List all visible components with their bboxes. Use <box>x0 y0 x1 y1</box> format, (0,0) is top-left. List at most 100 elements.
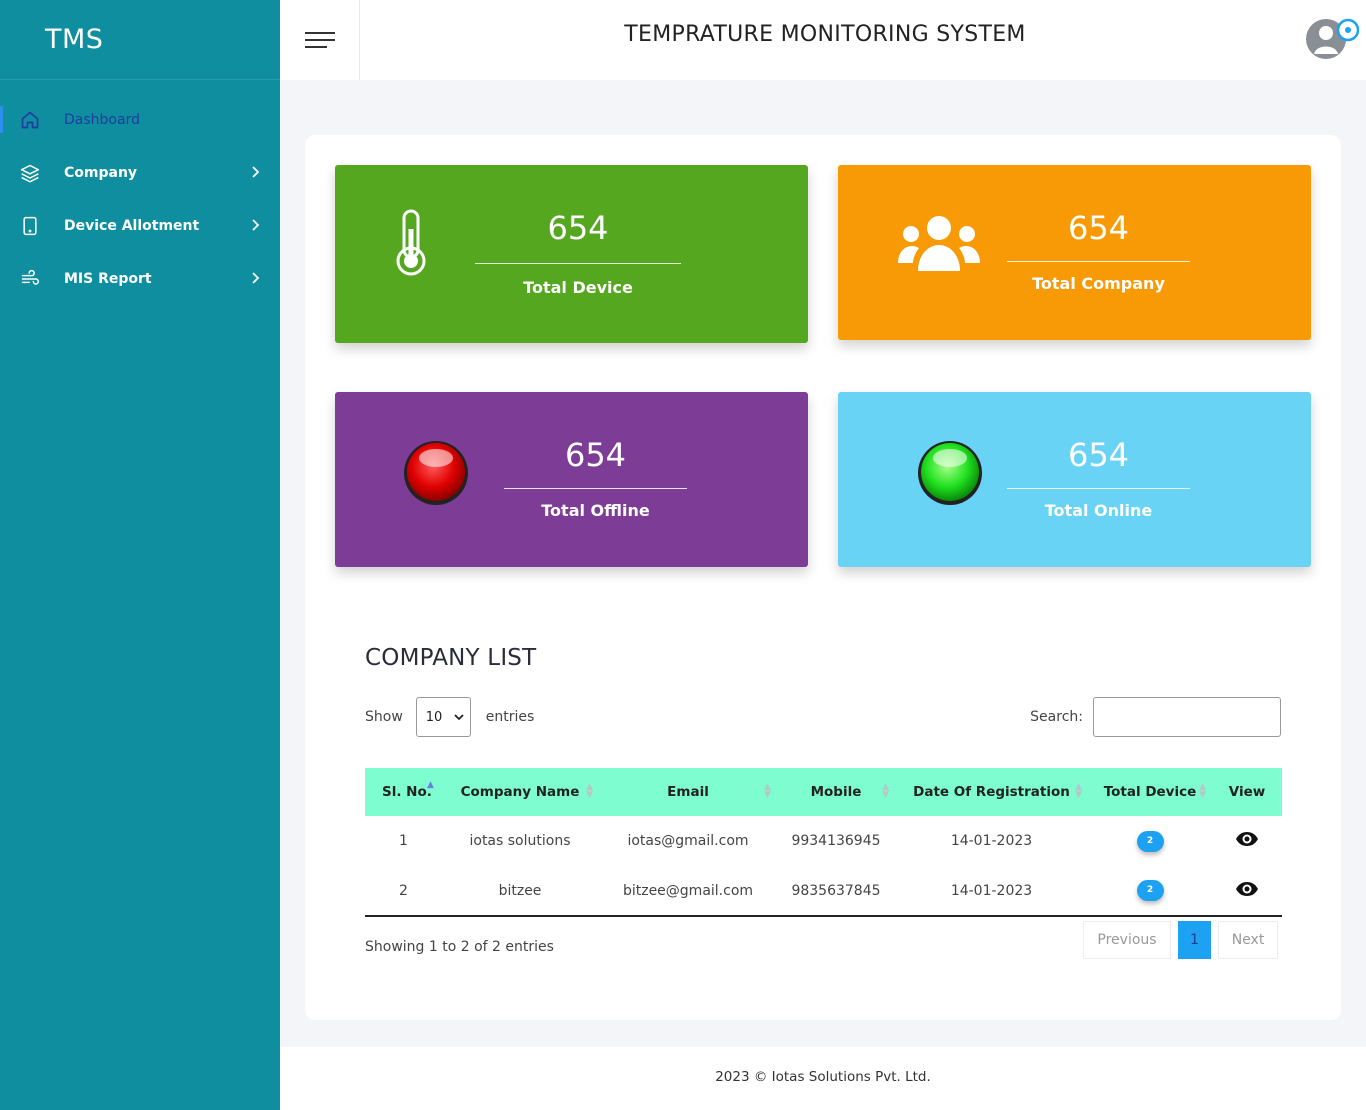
sidebar-item-label: Dashboard <box>64 111 140 128</box>
sort-icon: ▲ ▼ <box>882 782 889 800</box>
chevron-right-icon <box>250 270 260 289</box>
stat-value: 654 <box>564 436 627 474</box>
column-label: Mobile <box>810 784 862 800</box>
show-label: Show <box>365 709 403 725</box>
home-icon <box>20 110 40 130</box>
search-input[interactable] <box>1093 697 1281 737</box>
thermometer-icon <box>393 209 433 281</box>
cell-view <box>1212 866 1282 916</box>
stat-card-total-online[interactable]: 654 Total Online <box>838 392 1311 567</box>
cell-date: 14-01-2023 <box>950 833 1033 849</box>
stat-value: 654 <box>1067 436 1130 474</box>
cell-mobile: 9934136945 <box>791 833 881 849</box>
device-count-badge[interactable]: 2 <box>1136 830 1164 852</box>
chevron-down-icon <box>454 710 464 725</box>
table-row: 1 iotas solutions iotas@gmail.com 993413… <box>365 816 1282 866</box>
column-label: Date Of Registration <box>913 784 1070 800</box>
column-view[interactable]: View <box>1212 768 1282 816</box>
column-label: View <box>1228 784 1266 800</box>
stat-label: Total Online <box>1044 501 1153 520</box>
stat-value: 654 <box>547 209 609 247</box>
cell-email: bitzee@gmail.com <box>622 882 754 899</box>
stat-value: 654 <box>1067 209 1130 247</box>
column-sl-no[interactable]: Sl. No. ▲ <box>365 768 441 816</box>
stat-divider <box>1007 488 1190 489</box>
table-row: 2 bitzee bitzee@gmail.com 9835637845 14-… <box>365 866 1282 916</box>
eye-icon[interactable] <box>1235 832 1259 851</box>
column-label: Company Name <box>460 784 580 800</box>
cell-email: iotas@gmail.com <box>627 833 749 849</box>
users-icon <box>898 215 980 277</box>
layers-icon <box>20 163 40 183</box>
sidebar: TMS Dashboard Company Device Allotment M… <box>0 0 280 1110</box>
sidebar-item-device-allotment[interactable]: Device Allotment <box>0 199 280 252</box>
stat-card-total-offline[interactable]: 654 Total Offline <box>335 392 808 567</box>
cell-mobile: 9835637845 <box>791 882 881 899</box>
stat-label: Total Offline <box>541 501 650 520</box>
column-label: Email <box>667 784 709 800</box>
brand-title: TMS <box>45 24 104 55</box>
table-info: Showing 1 to 2 of 2 entries <box>365 939 554 955</box>
dashboard-panel: 654 Total Device 654 Total Company 654 T… <box>305 135 1341 1020</box>
sort-icon: ▲ ▼ <box>586 782 593 800</box>
entries-label: entries <box>485 709 535 725</box>
table-header-row: Sl. No. ▲ Company Name ▲ ▼ Email ▲ ▼ Mobil… <box>365 768 1282 816</box>
sidebar-item-mis-report[interactable]: MIS Report <box>0 252 280 305</box>
footer-copyright: 2023 © Iotas Solutions Pvt. Ltd. <box>715 1069 931 1085</box>
topbar: TEMPRATURE MONITORING SYSTEM <box>280 0 1366 80</box>
pagination: Previous 1 Next <box>1083 921 1278 959</box>
column-mobile[interactable]: Mobile ▲ ▼ <box>777 768 895 816</box>
stat-card-total-device[interactable]: 654 Total Device <box>335 165 808 343</box>
sidebar-item-dashboard[interactable]: Dashboard <box>0 93 280 146</box>
cell-total-device: 2 <box>1088 866 1212 916</box>
stat-divider <box>475 263 681 264</box>
stat-label: Total Device <box>523 278 633 297</box>
column-total-device[interactable]: Total Device ▲ ▼ <box>1088 768 1212 816</box>
stat-divider <box>504 488 687 489</box>
page-1-button[interactable]: 1 <box>1178 921 1211 959</box>
company-list-title: COMPANY LIST <box>365 645 537 671</box>
stat-card-total-company[interactable]: 654 Total Company <box>838 165 1311 340</box>
brand[interactable]: TMS <box>0 0 280 80</box>
company-table: Sl. No. ▲ Company Name ▲ ▼ Email ▲ ▼ Mobil… <box>365 768 1282 917</box>
stat-label: Total Company <box>1032 274 1165 293</box>
sort-icon: ▲ ▼ <box>764 782 771 800</box>
chevron-right-icon <box>250 217 260 236</box>
previous-button[interactable]: Previous <box>1083 921 1171 959</box>
search-control: Search: <box>1030 697 1281 737</box>
column-email[interactable]: Email ▲ ▼ <box>599 768 777 816</box>
page-size-control: Show 10 entries <box>365 697 534 737</box>
sidebar-item-label: MIS Report <box>64 270 152 287</box>
footer: 2023 © Iotas Solutions Pvt. Ltd. <box>280 1047 1366 1110</box>
wind-icon <box>20 269 40 289</box>
cell-view <box>1212 816 1282 866</box>
sort-icon: ▲ <box>427 780 434 790</box>
cell-company-name: bitzee <box>498 882 542 899</box>
page-size-value: 10 <box>425 709 443 725</box>
sidebar-item-label: Company <box>64 164 138 181</box>
eye-icon[interactable] <box>1235 881 1259 901</box>
sidebar-item-company[interactable]: Company <box>0 146 280 199</box>
chevron-right-icon <box>250 164 260 183</box>
column-company-name[interactable]: Company Name ▲ ▼ <box>441 768 599 816</box>
avatar[interactable] <box>1306 16 1360 62</box>
cell-date: 14-01-2023 <box>950 882 1033 899</box>
column-label: Total Device <box>1103 784 1197 800</box>
page-title: TEMPRATURE MONITORING SYSTEM <box>624 22 1026 47</box>
search-label: Search: <box>1030 709 1083 725</box>
cell-sl-no: 2 <box>399 882 408 899</box>
sort-icon: ▲ ▼ <box>1199 782 1206 800</box>
cell-sl-no: 1 <box>399 833 408 849</box>
cell-total-device: 2 <box>1088 816 1212 866</box>
page-size-select[interactable]: 10 <box>415 697 471 737</box>
green-status-icon <box>915 436 985 510</box>
stat-divider <box>1007 261 1190 262</box>
sidebar-item-label: Device Allotment <box>64 217 200 234</box>
cell-company-name: iotas solutions <box>469 833 571 849</box>
sidebar-nav: Dashboard Company Device Allotment MIS R… <box>0 80 280 305</box>
column-date-of-registration[interactable]: Date Of Registration ▲ ▼ <box>895 768 1088 816</box>
next-button[interactable]: Next <box>1218 921 1278 959</box>
sort-icon: ▲ ▼ <box>1075 782 1082 800</box>
column-label: Sl. No. <box>382 784 432 800</box>
device-count-badge[interactable]: 2 <box>1136 880 1164 901</box>
